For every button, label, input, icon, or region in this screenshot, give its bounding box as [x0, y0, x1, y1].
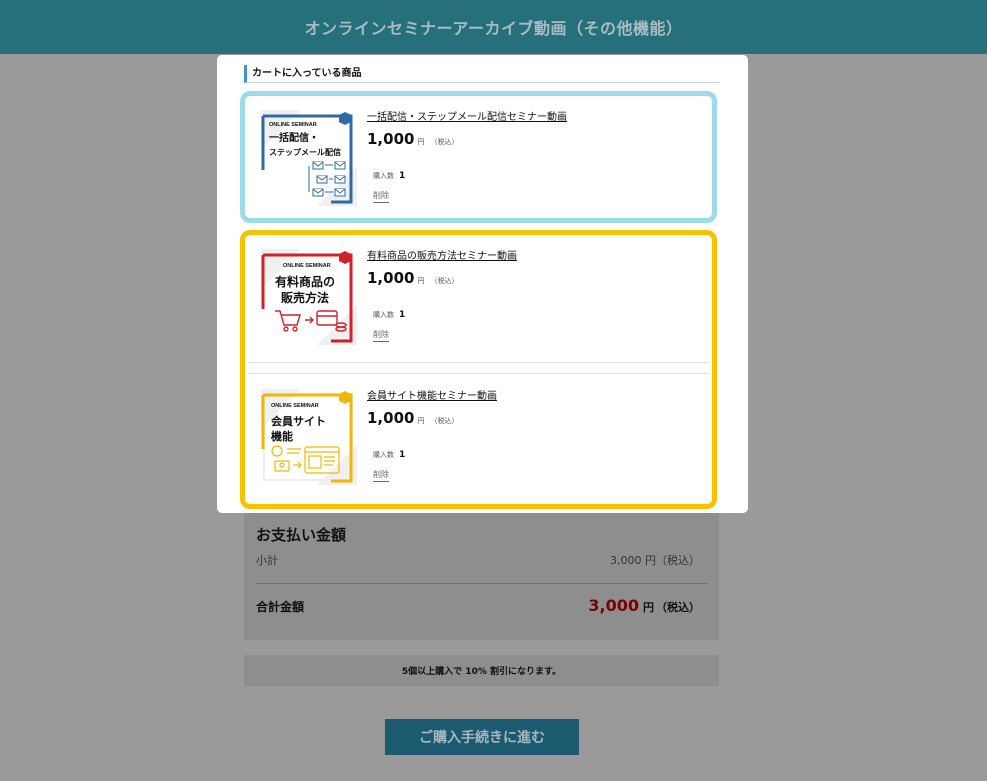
cart-modal: カートに入っている商品 ONLINE SEMINAR 一括配信・ ステップメール… [217, 55, 748, 513]
thumb-line1: 会員サイト [271, 414, 326, 428]
cart-heading: カートに入っている商品 [244, 65, 720, 83]
thumb-line2: 販売方法 [281, 290, 329, 305]
cart-item: ONLINE SEMINAR 一括配信・ ステップメール配信 一括配信・ステップ… [245, 96, 712, 218]
product-thumbnail[interactable]: ONLINE SEMINAR 一括配信・ ステップメール配信 [261, 110, 357, 206]
thumb-line1: 一括配信・ [269, 131, 319, 144]
quantity: 購入数 1 [373, 450, 405, 460]
thumb-line1: 有料商品の [275, 274, 335, 289]
quantity: 購入数 1 [373, 310, 405, 320]
item-divider [248, 362, 709, 374]
summary-divider [256, 583, 707, 584]
cart-group-highlight-yellow: ONLINE SEMINAR 有料商品の 販売方法 有料商品の販売方法セミナー動… [240, 230, 717, 509]
price-tax: （税込） [430, 138, 459, 146]
total-label: 合計金額 [256, 600, 305, 614]
price-amount: 1,000 [367, 269, 415, 287]
product-price: 1,000 円 （税込） [367, 130, 458, 148]
total-tax: （税込） [656, 601, 700, 614]
thumb-badge: ONLINE SEMINAR [283, 263, 331, 269]
quantity-value: 1 [399, 450, 406, 460]
price-amount: 1,000 [367, 130, 415, 148]
quantity-value: 1 [399, 310, 406, 320]
price-unit: 円 [417, 277, 425, 285]
product-title-link[interactable]: 会員サイト機能セミナー動画 [367, 387, 497, 402]
delete-link[interactable]: 削除 [373, 329, 389, 342]
quantity-label: 購入数 [373, 451, 394, 459]
product-price: 1,000 円 （税込） [367, 409, 458, 427]
price-amount: 1,000 [367, 409, 415, 427]
thumb-line2: 機能 [271, 429, 293, 443]
quantity-value: 1 [399, 171, 406, 181]
product-price: 1,000 円 （税込） [367, 269, 458, 287]
quantity-label: 購入数 [373, 172, 394, 180]
product-title-link[interactable]: 一括配信・ステップメール配信セミナー動画 [367, 108, 567, 123]
page-title: オンラインセミナーアーカイブ動画（その他機能） [304, 19, 683, 38]
subtotal-value: 3,000 円（税込） [610, 554, 700, 567]
subtotal-label: 小計 [256, 554, 278, 567]
cart-group-highlight-blue: ONLINE SEMINAR 一括配信・ ステップメール配信 一括配信・ステップ… [240, 91, 717, 223]
total-value: 3,000 円 （税込） [588, 596, 700, 615]
payment-summary: お支払い金額 小計 3,000 円（税込） 合計金額 3,000 円 （税込） [244, 508, 719, 640]
thumb-badge: ONLINE SEMINAR [271, 403, 319, 409]
total-amount: 3,000 [588, 596, 639, 615]
product-title-link[interactable]: 有料商品の販売方法セミナー動画 [367, 247, 517, 262]
discount-note: 5個以上購入で 10% 割引になります。 [244, 655, 719, 686]
price-unit: 円 [417, 138, 425, 146]
product-thumbnail[interactable]: ONLINE SEMINAR 会員サイト 機能 [261, 389, 357, 485]
price-tax: （税込） [430, 277, 459, 285]
thumb-badge: ONLINE SEMINAR [269, 122, 317, 128]
payment-title: お支払い金額 [256, 526, 347, 544]
checkout-button[interactable]: ご購入手続きに進む [385, 719, 579, 755]
thumb-line2: ステップメール配信 [269, 147, 341, 157]
delete-link[interactable]: 削除 [373, 469, 389, 482]
delete-link[interactable]: 削除 [373, 190, 389, 203]
quantity: 購入数 1 [373, 171, 405, 181]
product-thumbnail[interactable]: ONLINE SEMINAR 有料商品の 販売方法 [261, 249, 357, 345]
price-tax: （税込） [430, 417, 459, 425]
total-unit: 円 [643, 601, 654, 614]
cart-item: ONLINE SEMINAR 有料商品の 販売方法 有料商品の販売方法セミナー動… [245, 235, 712, 357]
quantity-label: 購入数 [373, 311, 394, 319]
page-header: オンラインセミナーアーカイブ動画（その他機能） [0, 0, 987, 54]
price-unit: 円 [417, 417, 425, 425]
cart-item: ONLINE SEMINAR 会員サイト 機能 会員サイト機能セミナー動画 1,… [245, 375, 712, 497]
